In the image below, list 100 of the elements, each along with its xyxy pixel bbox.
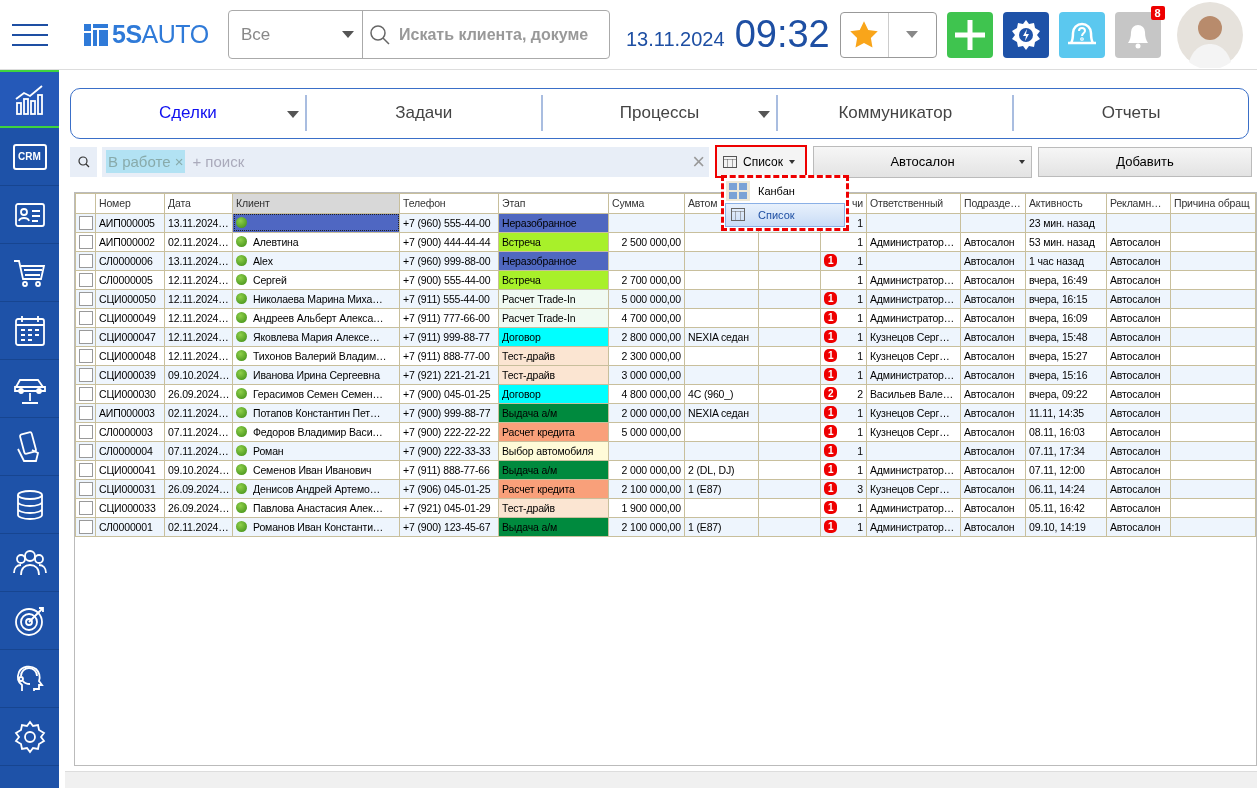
nav-tab[interactable]: Процессы [540, 95, 777, 132]
column-header[interactable]: Рекламн… [1106, 193, 1171, 214]
table-cell: +7 (921) 221-21-21 [403, 368, 491, 381]
department-select[interactable]: Автосалон [813, 145, 1032, 178]
table-cell: +7 (960) 555-44-00 [403, 216, 491, 229]
table-cell: 1 [857, 425, 863, 438]
column-header[interactable]: Клиент [232, 193, 400, 214]
search-button[interactable] [70, 146, 97, 177]
settings-button[interactable] [1002, 11, 1049, 58]
table-cell: СЛ0000006 [99, 254, 153, 267]
table-cell: 1 [857, 273, 863, 286]
nav-tab[interactable]: Коммуникатор [776, 95, 1013, 132]
column-header[interactable]: Этап [498, 193, 609, 214]
favorites-button[interactable] [839, 11, 937, 58]
plus-icon [952, 17, 987, 52]
notifications-button[interactable] [1114, 11, 1161, 58]
row-checkbox[interactable] [79, 291, 93, 306]
column-header[interactable]: Ответственный [866, 193, 961, 214]
table-cell: Автосалон [964, 425, 1015, 438]
table-cell: АИП000003 [99, 406, 155, 419]
filter-input[interactable]: + поиск [190, 152, 693, 172]
table-cell: Автосалон [1110, 425, 1161, 438]
logo-icon [84, 23, 108, 46]
table-cell: Автосалон [1110, 463, 1161, 476]
row-checkbox[interactable] [79, 519, 93, 534]
table-cell: 1 [857, 368, 863, 381]
column-header[interactable]: Сумма [608, 193, 685, 214]
table-cell: СЛ0000005 [99, 273, 153, 286]
table-cell: +7 (906) 045-01-25 [403, 482, 491, 495]
table-cell: Кузнецов Серг… [870, 425, 950, 438]
table-cell: АИП000002 [99, 235, 155, 248]
status-dot-icon [236, 444, 247, 456]
search-icon [369, 23, 391, 46]
column-header[interactable]: Причина обращ [1170, 193, 1256, 214]
table-cell: 2 100 000,00 [621, 520, 681, 533]
add-button[interactable]: Добавить [1038, 146, 1252, 177]
table-cell: 12.11.2024… [168, 349, 229, 362]
table-cell: Администратор… [870, 273, 955, 286]
table-cell: Автосалон [964, 235, 1015, 248]
menu-button[interactable] [12, 23, 48, 46]
scope-select[interactable]: Все [229, 11, 363, 58]
add-button[interactable] [946, 11, 993, 58]
caret-icon [906, 31, 919, 38]
row-checkbox[interactable] [79, 329, 93, 344]
row-checkbox[interactable] [79, 443, 93, 458]
table-cell: Автосалон [1110, 273, 1161, 286]
row-checkbox[interactable] [79, 500, 93, 515]
row-checkbox[interactable] [79, 386, 93, 401]
table-cell: 53 мин. назад [1029, 235, 1095, 248]
table-cell: вчера, 16:09 [1029, 311, 1088, 324]
table-cell: Автосалон [964, 368, 1015, 381]
table-cell: 1 900 000,00 [621, 501, 681, 514]
row-checkbox[interactable] [79, 348, 93, 363]
help-button[interactable] [1058, 11, 1105, 58]
nav-tab[interactable]: Отчеты [1012, 95, 1248, 132]
row-checkbox[interactable] [79, 310, 93, 325]
table-cell: 2 800 000,00 [621, 330, 681, 343]
table-cell: Автосалон [1110, 349, 1161, 362]
table-cell: СЦИ000039 [99, 368, 156, 381]
column-header[interactable]: Телефон [399, 193, 499, 214]
table-cell: 2 100 000,00 [621, 482, 681, 495]
column-header[interactable]: Дата [164, 193, 233, 214]
row-checkbox[interactable] [79, 215, 93, 230]
table-cell: 1 [857, 330, 863, 343]
horizontal-scrollbar[interactable] [65, 771, 1257, 788]
row-checkbox[interactable] [79, 462, 93, 477]
count-badge: 1 [824, 311, 838, 325]
table-cell: 07.11, 17:34 [1029, 444, 1085, 457]
row-checkbox[interactable] [79, 481, 93, 496]
table-cell: Администратор… [870, 520, 955, 533]
table-cell: Alex [253, 254, 273, 267]
table-cell: 05.11, 16:42 [1029, 501, 1085, 514]
caret-icon [286, 111, 299, 119]
row-checkbox[interactable] [79, 253, 93, 268]
row-checkbox[interactable] [79, 234, 93, 249]
logo-text: 5SAUTO [112, 20, 209, 49]
table-cell: Администратор… [870, 292, 955, 305]
table-cell: Автосалон [964, 406, 1015, 419]
nav-tab[interactable]: Сделки [71, 95, 305, 132]
row-checkbox[interactable] [79, 367, 93, 382]
column-header[interactable]: Активность [1025, 193, 1107, 214]
table-cell: Автосалон [1110, 311, 1161, 324]
table-cell: Кузнецов Серг… [870, 330, 950, 343]
table-cell: Потапов Константин Пет… [253, 406, 381, 419]
table-cell: Администратор… [870, 368, 955, 381]
date-text: 13.11.2024 [626, 28, 725, 51]
row-checkbox[interactable] [79, 405, 93, 420]
column-header[interactable]: Номер [95, 193, 165, 214]
table-cell: 09.10, 14:19 [1029, 520, 1086, 533]
sidebar-button[interactable] [0, 70, 59, 128]
row-checkbox[interactable] [79, 424, 93, 439]
table-cell: СЦИ000041 [99, 463, 156, 476]
column-header[interactable]: Подразде… [960, 193, 1026, 214]
nav-tab[interactable]: Задачи [304, 95, 541, 132]
row-checkbox[interactable] [79, 272, 93, 287]
menu-item[interactable]: Список [725, 203, 845, 227]
table-cell: 1 час назад [1029, 254, 1084, 267]
status-dot-icon [236, 292, 247, 304]
table-cell: 02.11.2024… [168, 235, 229, 248]
avatar-icon[interactable] [1176, 1, 1243, 68]
